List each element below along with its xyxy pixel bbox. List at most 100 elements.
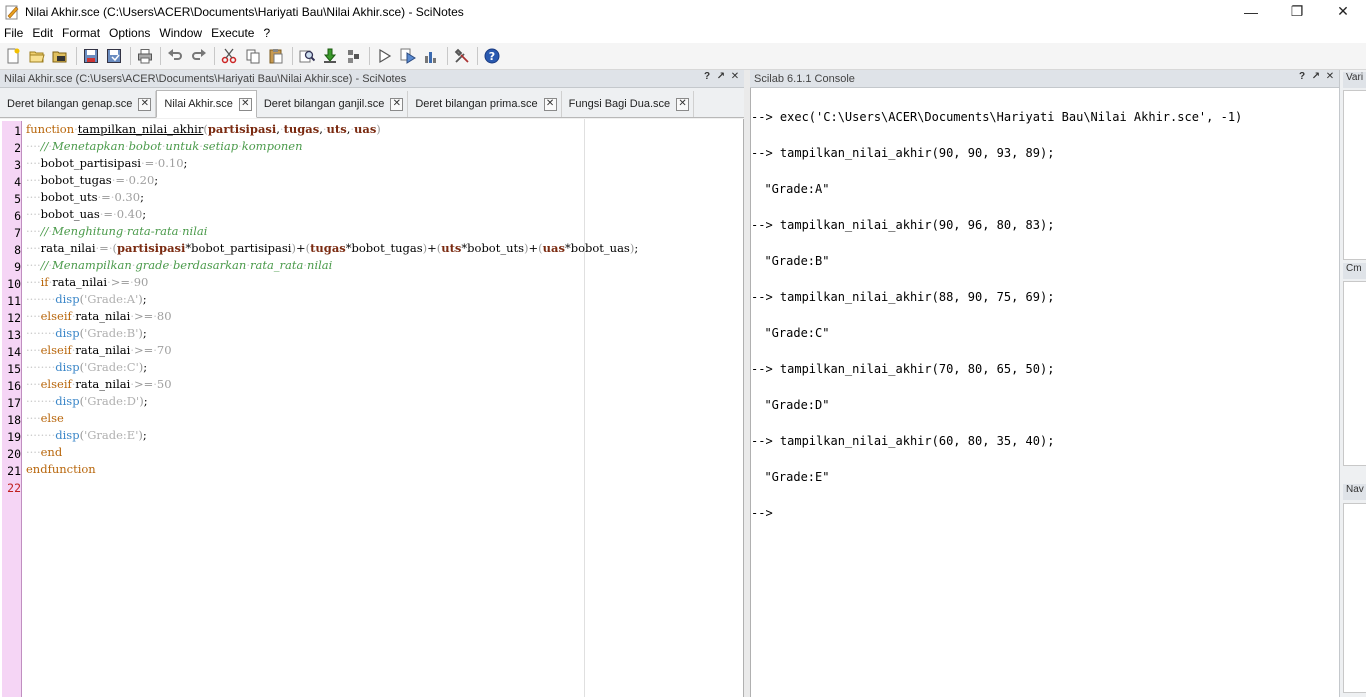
maximize-button[interactable]: ❐ (1274, 0, 1320, 23)
code-line[interactable]: ····bobot_tugas·=·0.20; (26, 173, 158, 187)
console-command-line: --> tampilkan_nilai_akhir(90, 96, 80, 83… (751, 218, 1055, 232)
line-number: 1 (14, 124, 21, 138)
editor-help-button[interactable]: ? (700, 71, 714, 82)
console-command-line: --> tampilkan_nilai_akhir(90, 90, 93, 89… (751, 146, 1055, 160)
code-line[interactable]: ····bobot_uas·=·0.40; (26, 207, 146, 221)
code-line[interactable]: ····bobot_partisipasi·=·0.10; (26, 156, 187, 170)
close-window-button[interactable]: ✕ (1320, 0, 1366, 23)
line-number: 17 (7, 396, 21, 410)
code-line[interactable]: ········disp('Grade:D'); (26, 394, 148, 408)
code-line[interactable]: ····//·Menghitung·rata-rata·nilai (26, 224, 207, 238)
save-icon[interactable] (81, 46, 101, 66)
tools-icon[interactable] (452, 46, 472, 66)
paste-icon[interactable] (266, 46, 286, 66)
menu-help[interactable]: ? (263, 26, 270, 40)
line-number-gutter: 1 2 3 4 5 6 7 8 9 10 11 12 13 14 15 16 17 18 19 20 21 22 (2, 121, 22, 697)
menu-bar: File Edit Format Options Window Execute … (0, 23, 1366, 43)
code-line[interactable]: ····//·Menetapkan·bobot·untuk·setiap·kom… (26, 139, 302, 153)
code-line[interactable]: ····elseif·rata_nilai·>=·80 (26, 309, 172, 323)
tab-close-icon[interactable]: ✕ (676, 97, 690, 111)
file-browser-header[interactable]: Nav (1343, 484, 1366, 500)
command-history-header[interactable]: Cm (1343, 263, 1366, 279)
tab-close-icon[interactable]: ✕ (543, 97, 557, 111)
line-number: 7 (14, 226, 21, 240)
cut-icon[interactable] (219, 46, 239, 66)
line-number: 14 (7, 345, 21, 359)
svg-text:?: ? (489, 50, 495, 63)
run-icon[interactable] (374, 46, 394, 66)
line-number: 22 (7, 481, 21, 495)
console-command-line: --> tampilkan_nilai_akhir(60, 80, 35, 40… (751, 434, 1055, 448)
tab-deret-bilangan-ganjil[interactable]: Deret bilangan ganjil.sce ✕ (257, 91, 409, 117)
copy-icon[interactable] (243, 46, 263, 66)
tab-label: Deret bilangan ganjil.sce (263, 98, 385, 110)
tab-close-icon[interactable]: ✕ (238, 97, 252, 111)
console-help-button[interactable]: ? (1295, 71, 1309, 82)
tab-close-icon[interactable]: ✕ (138, 97, 152, 111)
print-icon[interactable] (135, 46, 155, 66)
code-line[interactable]: ····else (26, 411, 64, 425)
menu-options[interactable]: Options (109, 26, 150, 40)
console-command-line: --> exec('C:\Users\ACER\Documents\Hariya… (751, 110, 1243, 124)
menu-window[interactable]: Window (159, 26, 202, 40)
open-folder-icon[interactable] (50, 46, 70, 66)
console-panel-header: Scilab 6.1.1 Console ? ↗ ✕ (750, 70, 1339, 88)
console-output-line: "Grade:D" (750, 398, 830, 412)
code-line[interactable]: ····elseif·rata_nilai·>=·50 (26, 377, 172, 391)
code-line[interactable]: ········disp('Grade:C'); (26, 360, 147, 374)
code-line[interactable]: ····elseif·rata_nilai·>=·70 (26, 343, 172, 357)
profile-icon[interactable] (421, 46, 441, 66)
redo-icon[interactable] (189, 46, 209, 66)
line-number: 8 (14, 243, 21, 257)
tab-deret-bilangan-genap[interactable]: Deret bilangan genap.sce ✕ (0, 91, 157, 117)
new-file-icon[interactable] (3, 46, 23, 66)
code-line[interactable]: ····rata_nilai·=·(partisipasi*bobot_part… (26, 241, 638, 255)
execute-icon[interactable] (344, 46, 364, 66)
line-number: 20 (7, 447, 21, 461)
variable-browser-header[interactable]: Vari (1343, 72, 1366, 88)
command-history-panel[interactable] (1343, 281, 1366, 466)
code-line[interactable]: ········disp('Grade:E'); (26, 428, 147, 442)
tab-label: Deret bilangan genap.sce (7, 98, 133, 110)
tab-deret-bilangan-prima[interactable]: Deret bilangan prima.sce ✕ (408, 91, 562, 117)
console-output-line: "Grade:B" (750, 254, 830, 268)
line-number: 6 (14, 209, 21, 223)
code-line[interactable]: ····//·Menampilkan·grade·berdasarkan·rat… (26, 258, 332, 272)
find-icon[interactable] (297, 46, 317, 66)
scinotes-app-icon (5, 5, 19, 19)
tab-fungsi-bagi-dua[interactable]: Fungsi Bagi Dua.sce ✕ (562, 91, 695, 117)
line-number: 9 (14, 260, 21, 274)
run-file-icon[interactable] (398, 46, 418, 66)
help-icon[interactable]: ? (482, 46, 502, 66)
console-panel-title: Scilab 6.1.1 Console (754, 72, 855, 85)
tab-nilai-akhir[interactable]: Nilai Akhir.sce ✕ (156, 90, 257, 118)
code-line[interactable]: function·tampilkan_nilai_akhir(partisipa… (26, 122, 381, 136)
console-undock-button[interactable]: ↗ (1309, 71, 1323, 82)
menu-edit[interactable]: Edit (32, 26, 53, 40)
code-line[interactable]: ····if·rata_nilai·>=·90 (26, 275, 148, 289)
minimize-button[interactable]: — (1228, 0, 1274, 23)
menu-execute[interactable]: Execute (211, 26, 254, 40)
editor-close-button[interactable]: ✕ (728, 71, 742, 82)
menu-format[interactable]: Format (62, 26, 100, 40)
title-bar: Nilai Akhir.sce (C:\Users\ACER\Documents… (0, 0, 1366, 23)
code-line[interactable]: ········disp('Grade:A'); (26, 292, 147, 306)
menu-file[interactable]: File (4, 26, 23, 40)
open-file-icon[interactable] (27, 46, 47, 66)
code-editor[interactable]: 1 2 3 4 5 6 7 8 9 10 11 12 13 14 15 16 17 18 19 20 21 22 func… (0, 119, 744, 697)
variable-browser-panel[interactable] (1343, 90, 1366, 260)
file-browser-panel[interactable] (1343, 503, 1366, 693)
editor-undock-button[interactable]: ↗ (714, 71, 728, 82)
console-close-button[interactable]: ✕ (1323, 71, 1337, 82)
save-as-icon[interactable] (104, 46, 124, 66)
load-into-scilab-icon[interactable] (320, 46, 340, 66)
code-line[interactable]: ····bobot_uts·=·0.30; (26, 190, 144, 204)
code-line[interactable]: endfunction (26, 462, 96, 476)
tab-close-icon[interactable]: ✕ (390, 97, 404, 111)
undo-icon[interactable] (165, 46, 185, 66)
code-line[interactable]: ····end (26, 445, 62, 459)
scilab-console[interactable]: --> exec('C:\Users\ACER\Documents\Hariya… (750, 88, 1339, 697)
code-line[interactable]: ········disp('Grade:B'); (26, 326, 147, 340)
console-output-line: "Grade:A" (750, 182, 830, 196)
tab-label: Deret bilangan prima.sce (415, 98, 538, 110)
